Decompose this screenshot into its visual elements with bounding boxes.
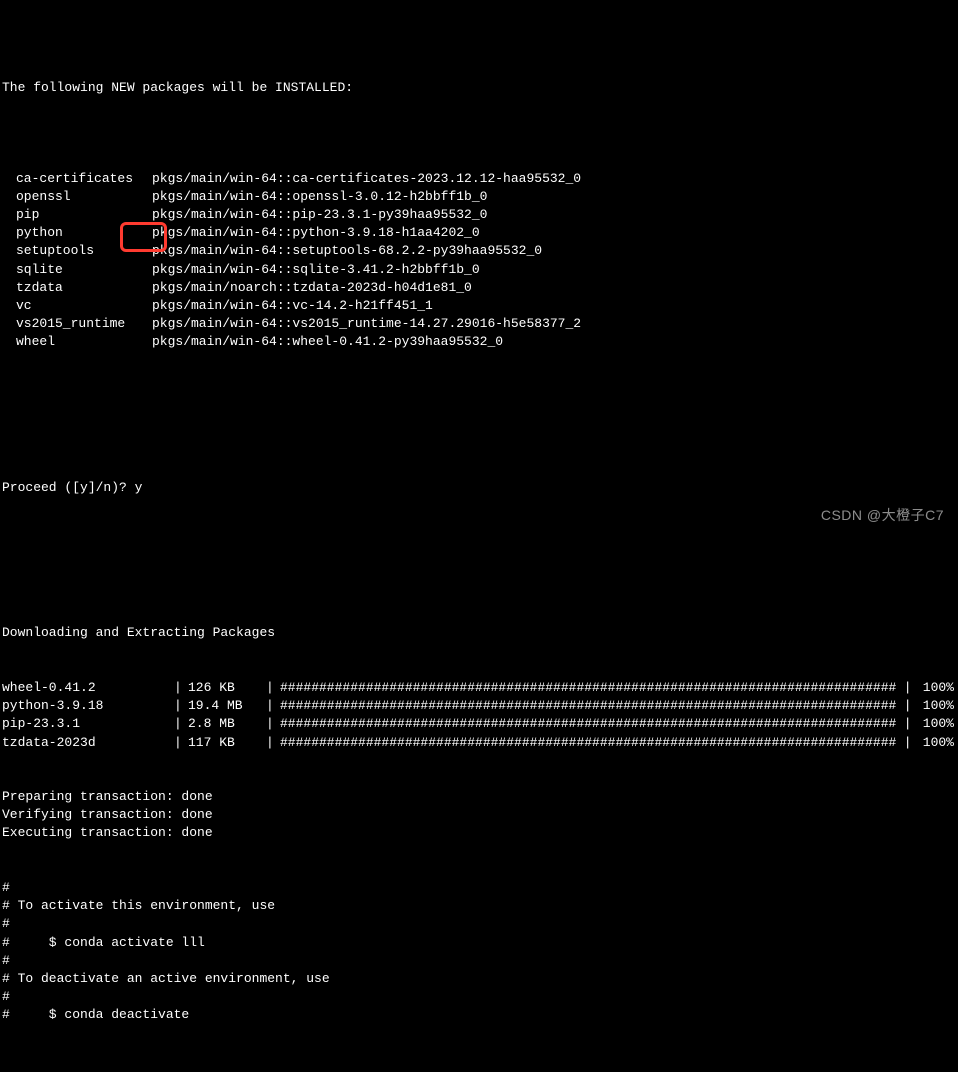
- download-name: pip-23.3.1: [2, 715, 174, 733]
- package-spec: pkgs/main/win-64::vc-14.2-h21ff451_1: [152, 297, 958, 315]
- download-header: Downloading and Extracting Packages: [2, 624, 958, 642]
- download-name: wheel-0.41.2: [2, 679, 174, 697]
- separator: |: [174, 715, 188, 733]
- help-line: #: [2, 879, 958, 897]
- separator: |: [174, 679, 188, 697]
- separator: |: [896, 715, 910, 733]
- package-name: vc: [2, 297, 152, 315]
- package-row: ca-certificatespkgs/main/win-64::ca-cert…: [2, 170, 958, 188]
- package-row: pippkgs/main/win-64::pip-23.3.1-py39haa9…: [2, 206, 958, 224]
- progress-bar: ########################################…: [280, 697, 896, 715]
- separator: |: [266, 715, 280, 733]
- download-percent: 100%: [910, 679, 958, 697]
- package-spec: pkgs/main/win-64::ca-certificates-2023.1…: [152, 170, 958, 188]
- download-percent: 100%: [910, 715, 958, 733]
- package-row: vcpkgs/main/win-64::vc-14.2-h21ff451_1: [2, 297, 958, 315]
- help-line: #: [2, 915, 958, 933]
- package-spec: pkgs/main/win-64::setuptools-68.2.2-py39…: [152, 242, 958, 260]
- help-line: # $ conda deactivate: [2, 1006, 958, 1024]
- package-name: vs2015_runtime: [2, 315, 152, 333]
- separator: |: [896, 734, 910, 752]
- help-line: # To deactivate an active environment, u…: [2, 970, 958, 988]
- install-header: The following NEW packages will be INSTA…: [2, 79, 958, 97]
- package-row: sqlitepkgs/main/win-64::sqlite-3.41.2-h2…: [2, 261, 958, 279]
- package-name: python: [2, 224, 152, 242]
- transaction-line: Executing transaction: done: [2, 824, 958, 842]
- package-name: tzdata: [2, 279, 152, 297]
- package-spec: pkgs/main/win-64::pip-23.3.1-py39haa9553…: [152, 206, 958, 224]
- separator: |: [266, 734, 280, 752]
- package-row: vs2015_runtimepkgs/main/win-64::vs2015_r…: [2, 315, 958, 333]
- download-size: 2.8 MB: [188, 715, 266, 733]
- download-list: wheel-0.41.2| 126 KB| ##################…: [2, 679, 958, 752]
- download-name: python-3.9.18: [2, 697, 174, 715]
- progress-bar: ########################################…: [280, 734, 896, 752]
- package-list: ca-certificatespkgs/main/win-64::ca-cert…: [2, 170, 958, 352]
- download-name: tzdata-2023d: [2, 734, 174, 752]
- separator: |: [896, 679, 910, 697]
- package-name: sqlite: [2, 261, 152, 279]
- help-line: #: [2, 952, 958, 970]
- download-row: pip-23.3.1| 2.8 MB| ####################…: [2, 715, 958, 733]
- separator: |: [266, 697, 280, 715]
- package-spec: pkgs/main/win-64::sqlite-3.41.2-h2bbff1b…: [152, 261, 958, 279]
- download-row: wheel-0.41.2| 126 KB| ##################…: [2, 679, 958, 697]
- download-size: 19.4 MB: [188, 697, 266, 715]
- package-spec: pkgs/main/win-64::vs2015_runtime-14.27.2…: [152, 315, 958, 333]
- download-row: python-3.9.18| 19.4 MB| ################…: [2, 697, 958, 715]
- watermark: CSDN @大橙子C7: [821, 506, 944, 526]
- help-block: ## To activate this environment, use## $…: [2, 879, 958, 1025]
- package-name: wheel: [2, 333, 152, 351]
- prompt-text: Proceed ([y]/n)?: [2, 480, 135, 495]
- package-row: tzdatapkgs/main/noarch::tzdata-2023d-h04…: [2, 279, 958, 297]
- blank-line: [2, 533, 958, 551]
- blank-line: [2, 570, 958, 588]
- package-spec: pkgs/main/win-64::wheel-0.41.2-py39haa95…: [152, 333, 958, 351]
- help-line: #: [2, 988, 958, 1006]
- package-name: pip: [2, 206, 152, 224]
- transaction-line: Preparing transaction: done: [2, 788, 958, 806]
- help-line: # To activate this environment, use: [2, 897, 958, 915]
- download-percent: 100%: [910, 734, 958, 752]
- download-percent: 100%: [910, 697, 958, 715]
- package-row: wheelpkgs/main/win-64::wheel-0.41.2-py39…: [2, 333, 958, 351]
- separator: |: [266, 679, 280, 697]
- separator: |: [174, 697, 188, 715]
- download-row: tzdata-2023d| 117 KB| ##################…: [2, 734, 958, 752]
- proceed-prompt[interactable]: Proceed ([y]/n)?: [2, 479, 958, 497]
- package-spec: pkgs/main/win-64::openssl-3.0.12-h2bbff1…: [152, 188, 958, 206]
- transaction-line: Verifying transaction: done: [2, 806, 958, 824]
- package-row: setuptoolspkgs/main/win-64::setuptools-6…: [2, 242, 958, 260]
- package-spec: pkgs/main/win-64::python-3.9.18-h1aa4202…: [152, 224, 958, 242]
- package-spec: pkgs/main/noarch::tzdata-2023d-h04d1e81_…: [152, 279, 958, 297]
- transaction-list: Preparing transaction: doneVerifying tra…: [2, 788, 958, 843]
- separator: |: [896, 697, 910, 715]
- package-row: pythonpkgs/main/win-64::python-3.9.18-h1…: [2, 224, 958, 242]
- blank-line: [2, 388, 958, 406]
- progress-bar: ########################################…: [280, 679, 896, 697]
- package-row: opensslpkgs/main/win-64::openssl-3.0.12-…: [2, 188, 958, 206]
- progress-bar: ########################################…: [280, 715, 896, 733]
- blank-line: [2, 424, 958, 442]
- blank-line: [2, 115, 958, 133]
- separator: |: [174, 734, 188, 752]
- package-name: setuptools: [2, 242, 152, 260]
- download-size: 117 KB: [188, 734, 266, 752]
- download-size: 126 KB: [188, 679, 266, 697]
- help-line: # $ conda activate lll: [2, 934, 958, 952]
- prompt-input[interactable]: [135, 480, 165, 495]
- package-name: ca-certificates: [2, 170, 152, 188]
- package-name: openssl: [2, 188, 152, 206]
